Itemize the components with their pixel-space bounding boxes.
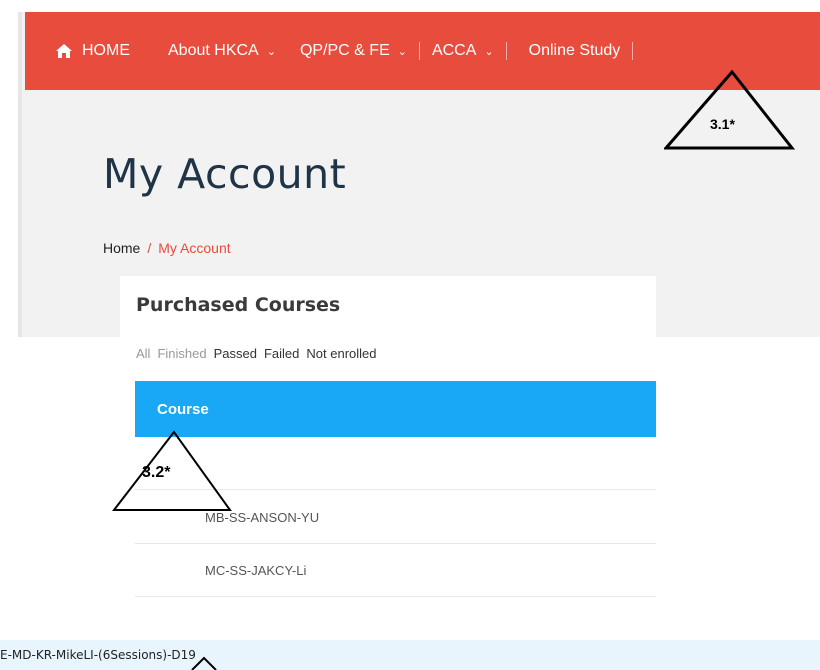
- annotation-label-3-1: 3.1*: [710, 116, 735, 132]
- nav-qp-label: QP/PC & FE: [299, 42, 390, 59]
- filter-all[interactable]: All: [136, 346, 150, 361]
- course-name[interactable]: E-MD-KR-MikeLI-(6Sessions)-D19: [0, 648, 196, 662]
- nav-separator: [632, 42, 634, 60]
- home-icon: [55, 43, 73, 59]
- filter-not-enrolled[interactable]: Not enrolled: [306, 346, 376, 361]
- nav-separator: [418, 42, 420, 60]
- filter-passed[interactable]: Passed: [214, 346, 257, 361]
- breadcrumb-home-link[interactable]: Home: [103, 240, 140, 256]
- annotation-triangle-3-1: [664, 70, 796, 150]
- nav-acca[interactable]: ACCA ⌄: [432, 42, 494, 60]
- filter-failed[interactable]: Failed: [264, 346, 299, 361]
- panel-title: Purchased Courses: [136, 294, 341, 316]
- nav-home[interactable]: HOME: [55, 42, 130, 60]
- course-name[interactable]: MC-SS-JAKCY-Li: [205, 563, 306, 578]
- page-title: My Account: [103, 150, 347, 198]
- nav-separator: [505, 42, 507, 60]
- table-row[interactable]: MC-SS-JAKCY-Li: [135, 544, 656, 597]
- annotation-triangle-3-2: [112, 430, 232, 511]
- course-column-header: Course: [135, 381, 656, 437]
- course-filters: All Finished Passed Failed Not enrolled: [136, 346, 384, 361]
- breadcrumb-current: My Account: [158, 240, 231, 256]
- bottom-course-row[interactable]: E-MD-KR-MikeLI-(6Sessions)-D19: [0, 640, 820, 670]
- chevron-down-icon: ⌄: [484, 45, 494, 58]
- annotation-label-3-2: 3.2*: [142, 464, 171, 481]
- nav-home-label: HOME: [82, 42, 130, 59]
- nav-about-hkca[interactable]: About HKCA ⌄: [168, 42, 276, 60]
- nav-online-study[interactable]: Online Study: [529, 42, 621, 60]
- nav-online-study-label: Online Study: [528, 42, 621, 59]
- annotation-triangle-partial: [191, 656, 217, 670]
- column-header-label: Course: [157, 400, 209, 418]
- breadcrumb-separator: /: [147, 240, 152, 256]
- nav-acca-label: ACCA: [431, 42, 477, 59]
- nav-qp-pc-fe[interactable]: QP/PC & FE ⌄: [300, 42, 407, 60]
- chevron-down-icon: ⌄: [397, 45, 407, 58]
- chevron-down-icon: ⌄: [266, 45, 276, 58]
- nav-about-label: About HKCA: [168, 42, 259, 59]
- breadcrumb: Home / My Account: [103, 240, 231, 256]
- filter-finished[interactable]: Finished: [157, 346, 206, 361]
